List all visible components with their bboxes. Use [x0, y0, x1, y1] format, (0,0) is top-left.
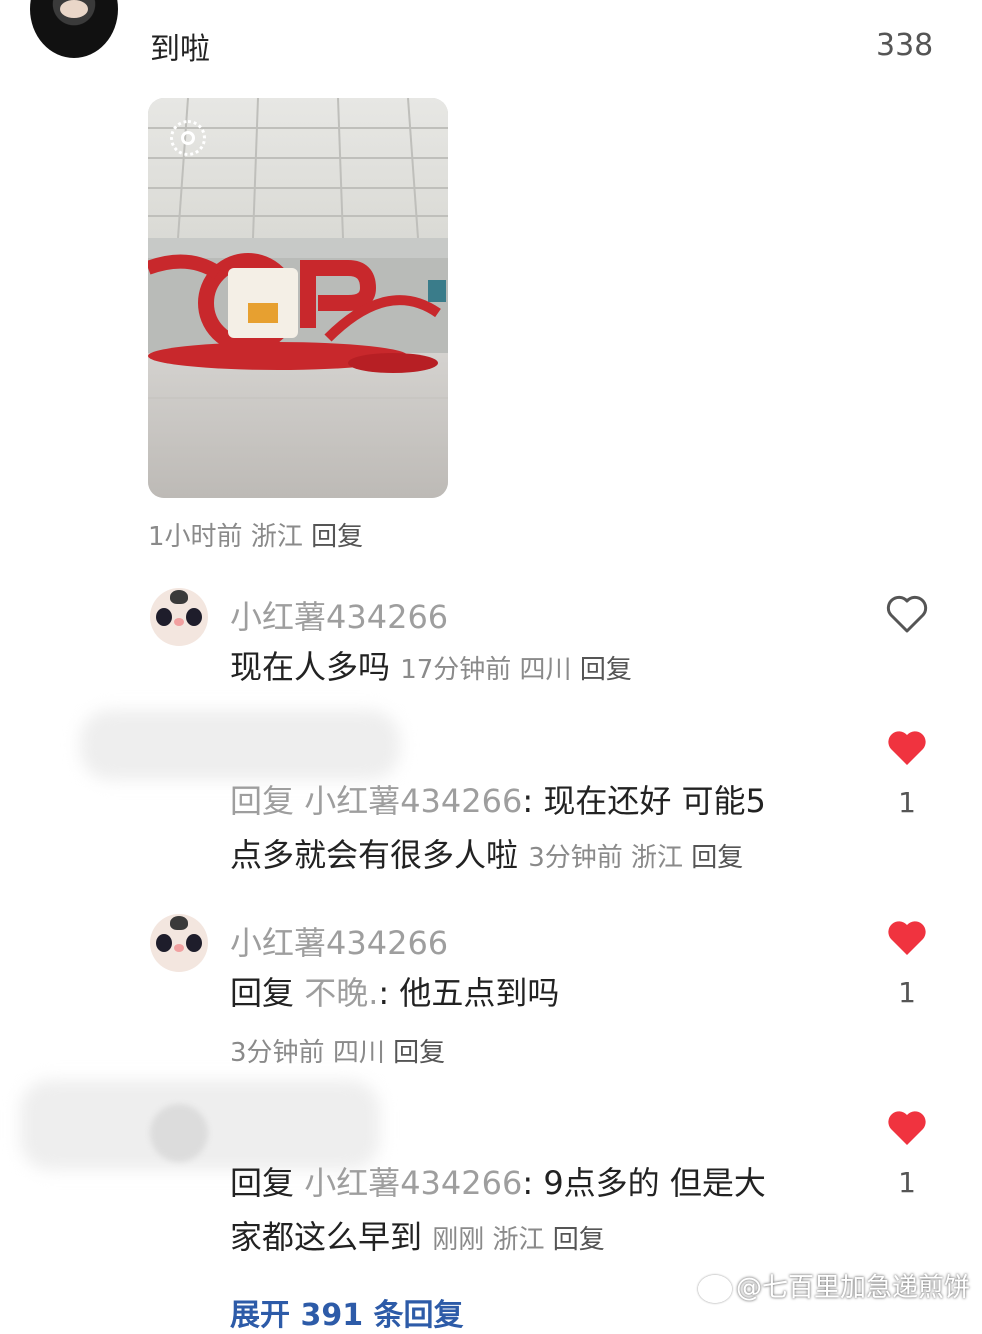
reply-text: 回复 不晚.: 他五点到吗 — [230, 974, 560, 1012]
reply-username[interactable]: 小红薯434266 — [230, 592, 448, 638]
like-count: 1 — [898, 976, 916, 1009]
commenter-avatar[interactable] — [30, 0, 118, 58]
comment-photo[interactable] — [148, 98, 448, 498]
reply-username[interactable]: 小红薯434266 — [230, 918, 448, 964]
like-heart-filled-icon[interactable] — [886, 728, 928, 768]
reply-text: 现在人多吗 17分钟前 四川 回复 — [230, 648, 632, 686]
reply-meta: 3分钟前 四川 回复 — [230, 1038, 446, 1068]
reply-button[interactable]: 回复 — [691, 843, 743, 873]
reply-button[interactable]: 回复 — [553, 1225, 605, 1255]
reply-avatar[interactable] — [150, 914, 208, 972]
reply-button[interactable]: 回复 — [311, 522, 363, 552]
reply-button[interactable]: 回复 — [393, 1038, 445, 1068]
weibo-logo-icon — [697, 1274, 732, 1303]
comment-like-count: 338 — [876, 28, 934, 63]
comment-text: 到啦 — [150, 32, 210, 67]
like-count: 1 — [898, 1166, 916, 1199]
like-heart-filled-icon[interactable] — [886, 918, 928, 958]
like-count: 1 — [898, 786, 916, 819]
comment-location: 浙江 — [250, 522, 303, 552]
reply-avatar[interactable] — [150, 1104, 208, 1162]
expand-replies-link[interactable]: 展开 391 条回复 — [230, 1290, 464, 1334]
live-photo-icon — [170, 120, 206, 156]
reply-button[interactable]: 回复 — [580, 655, 632, 685]
like-heart-icon[interactable] — [886, 594, 928, 634]
like-heart-filled-icon[interactable] — [886, 1108, 928, 1148]
comment-time: 1小时前 — [148, 522, 243, 552]
reply-text: 回复 小红薯434266: 9点多的 但是大 家都这么早到 刚刚 浙江 回复 — [230, 1164, 766, 1256]
comment-meta: 1小时前 浙江 回复 — [148, 516, 363, 553]
reply-text: 回复 小红薯434266: 现在还好 可能5 点多就会有很多人啦 3分钟前 浙江… — [230, 782, 766, 874]
weibo-watermark: @七百里加急递煎饼 — [697, 1267, 970, 1304]
reply-avatar[interactable] — [150, 588, 208, 646]
blurred-avatar-region — [80, 710, 400, 780]
